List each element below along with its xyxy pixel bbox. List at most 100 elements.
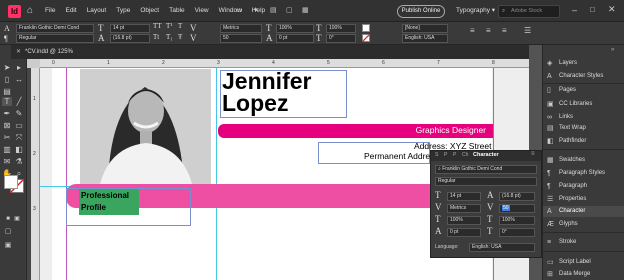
eyedropper-tool-icon[interactable]: ⚗ xyxy=(14,157,24,166)
normal-mode-icon[interactable]: ▢ xyxy=(3,227,13,236)
language-field[interactable]: English: USA xyxy=(402,34,448,43)
char-skew-field[interactable]: 0° xyxy=(499,228,535,237)
menu-object[interactable]: Object xyxy=(140,6,159,16)
control-panel-menu-icon[interactable]: ☰ xyxy=(524,26,531,35)
apply-gradient-icon[interactable]: ▣ xyxy=(12,215,22,224)
workspace-switcher[interactable]: Typography ▾ xyxy=(456,6,495,14)
panel-properties[interactable]: ☰ Properties xyxy=(543,194,624,205)
panel-paragraph-styles[interactable]: ¶ Paragraph Styles xyxy=(543,168,624,179)
panel-cc-libraries[interactable]: ▣ CC Libraries xyxy=(543,99,624,110)
stroke-swatch[interactable] xyxy=(362,34,370,42)
address-line-2[interactable]: Permanent Addre xyxy=(364,151,430,162)
menu-edit[interactable]: Edit xyxy=(65,6,76,16)
gradient-feather-tool-icon[interactable]: ◧ xyxy=(14,145,24,154)
free-transform-tool-icon[interactable]: ⤧ xyxy=(14,133,24,142)
tab-swatches[interactable]: S xyxy=(435,152,438,158)
menu-table[interactable]: Table xyxy=(169,6,185,16)
fill-swatch[interactable] xyxy=(362,24,370,32)
menu-layout[interactable]: Layout xyxy=(87,6,107,16)
tab-paragraph-styles[interactable]: P xyxy=(444,152,447,158)
panel-menu-icon[interactable]: ≡ xyxy=(531,151,535,157)
vertical-ruler[interactable]: 1 2 3 xyxy=(31,68,40,280)
align-left-icon[interactable]: ≡ xyxy=(470,26,475,35)
gap-tool-icon[interactable]: ↔ xyxy=(14,75,24,84)
tab-character[interactable]: Character xyxy=(473,152,499,158)
ruler-guide-vertical[interactable] xyxy=(216,68,217,280)
content-collector-icon[interactable]: ▤ xyxy=(2,87,12,96)
tab-close-icon[interactable]: ✕ xyxy=(16,48,21,55)
panel-pages[interactable]: ▯ Pages xyxy=(543,85,624,96)
page-tool-icon[interactable]: ▯ xyxy=(2,75,12,84)
rectangle-tool-icon[interactable]: ▭ xyxy=(14,121,24,130)
panel-layers[interactable]: ◈ Layers xyxy=(543,58,624,69)
bridge-icon[interactable]: ▭ xyxy=(236,6,243,14)
panel-script-label[interactable]: ▭ Script Label xyxy=(543,257,624,268)
type-tool-icon[interactable]: T xyxy=(2,97,12,106)
char-font-size-field[interactable]: 14 pt xyxy=(447,192,481,201)
baseline-shift-field[interactable]: 0 pt xyxy=(276,34,314,43)
small-caps-icon[interactable]: Tt xyxy=(153,33,159,42)
last-name-text[interactable]: Lopez xyxy=(222,92,288,115)
screen-mode-toggle-icon[interactable]: ▣ xyxy=(3,241,13,250)
strikethrough-icon[interactable]: Ŧ xyxy=(178,33,182,42)
panel-pathfinder[interactable]: ◧ Pathfinder xyxy=(543,136,624,147)
fill-color-swatch[interactable] xyxy=(4,175,18,189)
collapse-panels-icon[interactable]: » xyxy=(611,47,614,53)
char-font-style-field[interactable]: Regular xyxy=(435,177,537,186)
ruler-origin[interactable] xyxy=(27,59,40,68)
all-caps-icon[interactable]: TT xyxy=(153,22,162,31)
horizontal-scale-field[interactable]: 100% xyxy=(326,24,356,33)
font-family-field[interactable]: Franklin Gothic Demi Cond xyxy=(16,24,94,33)
vertical-scale-field[interactable]: 100% xyxy=(276,24,314,33)
maximize-button[interactable]: □ xyxy=(590,5,595,14)
panel-stroke[interactable]: ≡ Stroke xyxy=(543,237,624,248)
gradient-tool-icon[interactable]: ▥ xyxy=(2,145,12,154)
char-language-field[interactable]: English: USA xyxy=(469,243,535,252)
char-kerning-field[interactable]: Metrics xyxy=(447,204,481,213)
panel-glyphs[interactable]: Æ Glyphs xyxy=(543,219,624,230)
direct-selection-tool-icon[interactable]: ▸ xyxy=(14,63,24,72)
adobe-stock-search[interactable]: ⌕ Adobe Stock xyxy=(498,5,560,18)
character-formatting-icon[interactable]: A xyxy=(4,24,10,33)
pen-tool-icon[interactable]: ✒ xyxy=(2,109,12,118)
leading-field[interactable]: (16.8 pt) xyxy=(110,34,150,43)
panel-links[interactable]: ∞ Links xyxy=(543,112,624,123)
skew-field[interactable]: 0° xyxy=(326,34,356,43)
paragraph-formatting-icon[interactable]: ¶ xyxy=(4,34,8,43)
panel-text-wrap[interactable]: ▤ Text Wrap xyxy=(543,123,624,134)
font-style-field[interactable]: Regular xyxy=(16,34,94,43)
horizontal-ruler[interactable]: 0 1 2 3 4 5 6 7 8 xyxy=(40,59,529,68)
arrange-documents-icon[interactable]: ▦ xyxy=(302,6,309,14)
tab-character-short[interactable]: Ch xyxy=(462,152,468,158)
screen-mode-icon[interactable]: ▢ xyxy=(286,6,293,14)
superscript-icon[interactable]: T¹ xyxy=(166,22,172,31)
menu-view[interactable]: View xyxy=(195,6,209,16)
scissors-tool-icon[interactable]: ✂ xyxy=(2,133,12,142)
character-style-field[interactable]: [None] xyxy=(402,24,448,33)
pencil-tool-icon[interactable]: ✎ xyxy=(14,109,24,118)
panel-character-styles[interactable]: A Character Styles xyxy=(543,71,624,82)
home-icon[interactable]: ⌂ xyxy=(27,5,33,17)
note-tool-icon[interactable]: ✉ xyxy=(2,157,12,166)
font-size-field[interactable]: 14 pt xyxy=(110,24,150,33)
publish-online-button[interactable]: Publish Online xyxy=(397,5,445,18)
minimize-button[interactable]: – xyxy=(572,5,577,15)
char-font-family-field[interactable]: ⌕ Franklin Gothic Demi Cond xyxy=(435,165,537,174)
tracking-field[interactable]: 50 xyxy=(220,34,262,43)
panel-character[interactable]: A Character xyxy=(543,206,624,217)
align-center-icon[interactable]: ≡ xyxy=(486,26,491,35)
subscript-icon[interactable]: T₁ xyxy=(166,33,173,42)
menu-file[interactable]: File xyxy=(45,6,55,16)
char-vscale-field[interactable]: 100% xyxy=(447,216,481,225)
zoom-dropdown-icon[interactable]: ▾ xyxy=(254,6,258,14)
profile-photo[interactable] xyxy=(80,69,211,184)
line-tool-icon[interactable]: ╱ xyxy=(14,97,24,106)
panel-swatches[interactable]: ▦ Swatches xyxy=(543,155,624,166)
panel-data-merge[interactable]: ⊞ Data Merge xyxy=(543,269,624,280)
panel-paragraph[interactable]: ¶ Paragraph xyxy=(543,181,624,192)
selection-tool-icon[interactable]: ➤ xyxy=(2,63,12,72)
char-baseline-field[interactable]: 0 pt xyxy=(447,228,481,237)
job-title-text[interactable]: Graphics Designer xyxy=(380,125,486,136)
align-right-icon[interactable]: ≡ xyxy=(502,26,507,35)
profile-heading-line-2[interactable]: Profile xyxy=(81,202,106,213)
